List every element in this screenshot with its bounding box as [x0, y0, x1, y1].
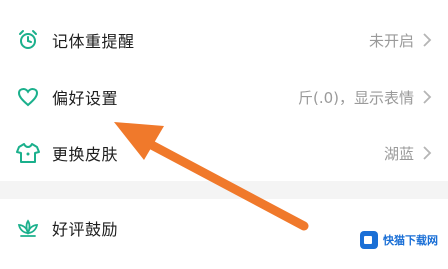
settings-item-weight-reminder[interactable]: 记体重提醒 未开启: [0, 12, 448, 68]
settings-item-label: 记体重提醒: [52, 32, 135, 51]
section-separator: [0, 181, 448, 199]
settings-item-label: 好评鼓励: [52, 220, 119, 239]
tshirt-icon: [16, 141, 40, 165]
settings-item-value: 湖蓝: [383, 144, 414, 163]
watermark-logo: 快猫下载网: [355, 227, 442, 253]
settings-item-label: 偏好设置: [52, 89, 119, 108]
settings-item-value: 斤(.0)，显示表情: [297, 88, 414, 107]
settings-item-preferences[interactable]: 偏好设置 斤(.0)，显示表情: [0, 69, 448, 125]
settings-item-label: 更换皮肤: [52, 145, 119, 164]
chevron-right-icon: [420, 143, 434, 163]
watermark-text: 快猫下载网: [383, 234, 438, 247]
alarm-clock-icon: [16, 28, 40, 52]
chevron-right-icon: [420, 30, 434, 50]
heart-outline-icon: [16, 85, 40, 109]
watermark-icon: [360, 231, 378, 249]
lotus-icon: [16, 216, 40, 240]
settings-item-skin[interactable]: 更换皮肤 湖蓝: [0, 125, 448, 181]
chevron-right-icon: [420, 87, 434, 107]
settings-item-value: 未开启: [368, 31, 414, 50]
